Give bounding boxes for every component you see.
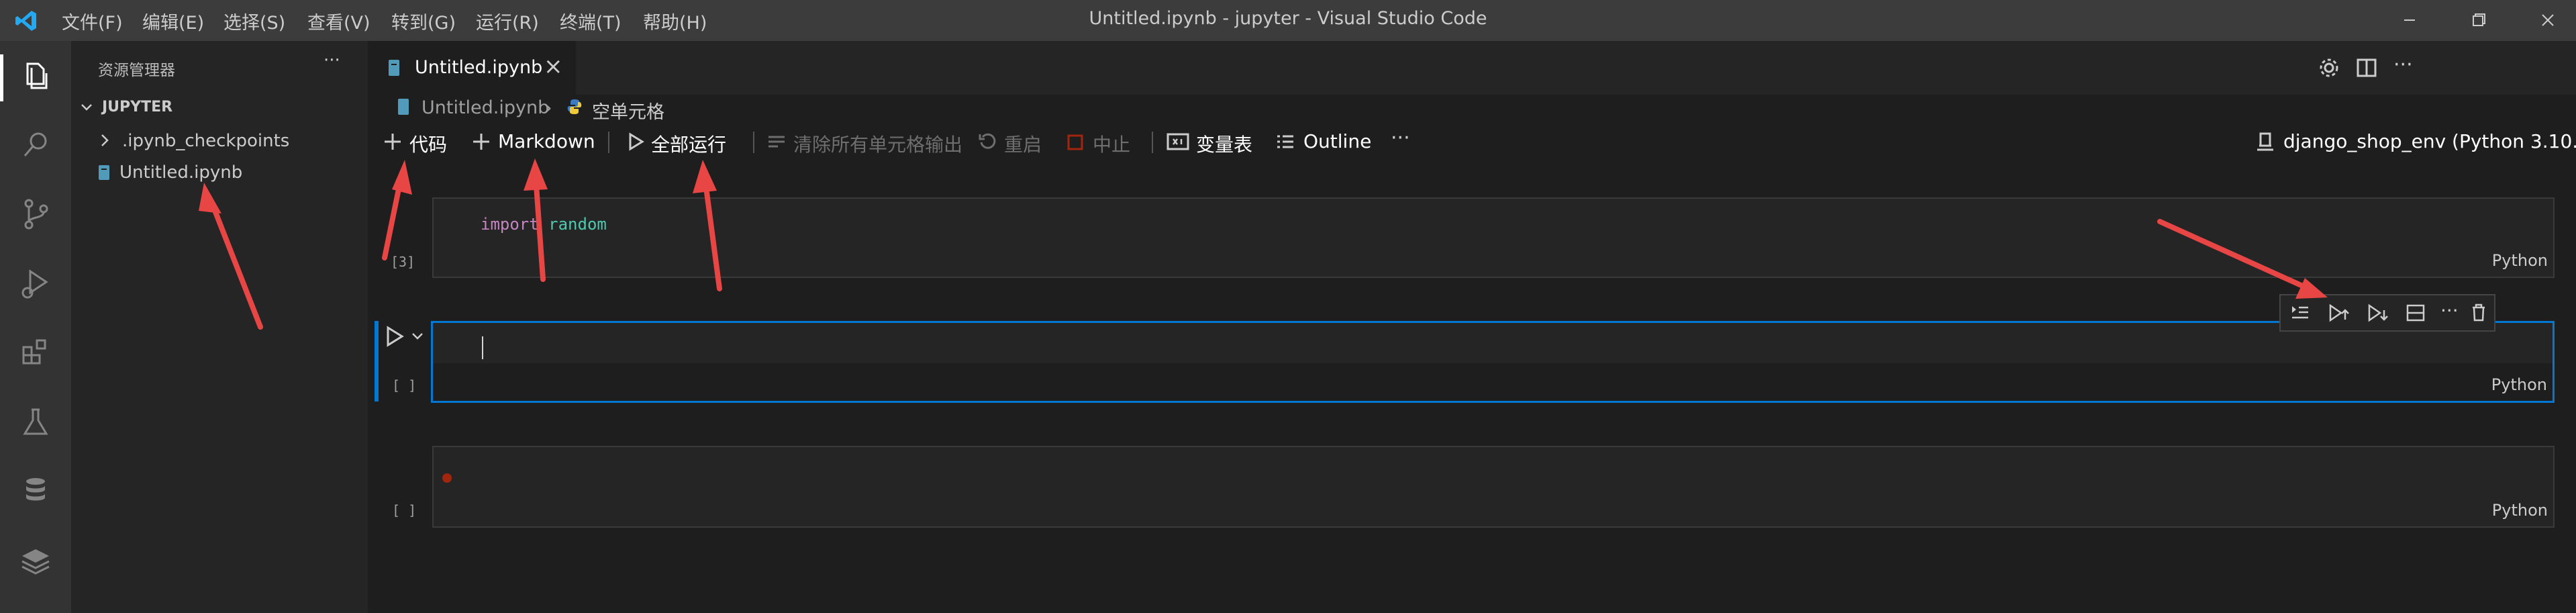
breadcrumb: Untitled.ipynb › 空单元格 xyxy=(368,95,1173,123)
active-cell-indicator xyxy=(375,321,379,402)
layers-icon[interactable] xyxy=(15,540,56,580)
interrupt-button[interactable]: 中止 xyxy=(1066,125,1140,158)
notebook-toolbar: 代码 Markdown 全部运行 清除所有单元格输出 重启 中止 变量表 Out… xyxy=(368,125,2576,160)
execute-below-icon[interactable] xyxy=(2367,303,2388,324)
breadcrumb-current[interactable]: 空单元格 xyxy=(592,97,664,124)
cell-toolbar: ··· xyxy=(2279,294,2495,332)
explorer-more-button[interactable]: ··· xyxy=(324,50,340,70)
code-keyword: import xyxy=(481,215,539,234)
database-icon[interactable] xyxy=(15,471,56,511)
toolbar-more-button[interactable]: ··· xyxy=(1391,126,1410,150)
notebook-file-icon xyxy=(389,60,399,76)
python-icon xyxy=(567,99,582,114)
active-indicator xyxy=(0,54,3,101)
cell-language[interactable]: Python xyxy=(2492,501,2548,520)
tab-untitled-ipynb[interactable]: Untitled.ipynb × xyxy=(368,41,576,95)
execution-count: [ ] xyxy=(392,377,417,393)
editor-more-button[interactable]: ··· xyxy=(2393,53,2413,77)
execution-count: [3] xyxy=(391,254,415,270)
variables-button[interactable]: 变量表 xyxy=(1167,125,1267,158)
error-dot-icon xyxy=(442,473,452,483)
tab-label: Untitled.ipynb xyxy=(415,57,543,78)
cell-more-button[interactable]: ··· xyxy=(2440,299,2459,322)
list-icon xyxy=(1277,135,1293,148)
add-code-cell-button[interactable]: 代码 xyxy=(381,125,462,158)
extensions-icon[interactable] xyxy=(15,332,56,373)
trash-icon[interactable] xyxy=(2469,302,2489,322)
kernel-label: django_shop_env (Python 3.10.2) xyxy=(2283,130,2576,152)
add-code-label: 代码 xyxy=(409,134,448,156)
code-cell[interactable]: Python xyxy=(432,446,2555,528)
maximize-icon[interactable] xyxy=(2459,5,2499,35)
stop-icon xyxy=(1067,134,1083,150)
kernel-picker[interactable]: django_shop_env (Python 3.10.2) xyxy=(2255,125,2576,158)
cell-editor[interactable] xyxy=(433,323,2553,363)
source-control-icon[interactable] xyxy=(15,194,56,234)
code-cell-active[interactable]: Python xyxy=(431,321,2555,403)
tab-close-button[interactable]: × xyxy=(544,53,563,80)
variables-label: 变量表 xyxy=(1196,134,1253,156)
plus-icon xyxy=(473,134,489,150)
code-line[interactable]: import random xyxy=(481,215,607,234)
clear-outputs-button[interactable]: 清除所有单元格输出 xyxy=(766,125,975,158)
activity-bar xyxy=(0,41,71,613)
tree-item-notebook[interactable]: Untitled.ipynb xyxy=(91,158,360,185)
folder-name: JUPYTER xyxy=(102,99,173,115)
breadcrumb-file[interactable]: Untitled.ipynb xyxy=(422,97,549,118)
run-all-button[interactable]: 全部运行 xyxy=(626,125,760,158)
execution-count: [ ] xyxy=(392,502,417,518)
run-all-label: 全部运行 xyxy=(651,134,727,156)
play-icon xyxy=(629,132,644,151)
chevron-down-icon xyxy=(81,104,92,111)
code-module: random xyxy=(538,215,607,234)
toolbar-divider xyxy=(1152,132,1153,153)
code-cell[interactable]: import random Python xyxy=(432,197,2555,278)
run-debug-icon[interactable] xyxy=(15,263,56,303)
notebook-file-icon xyxy=(99,165,109,180)
annotation-arrow-add-code xyxy=(382,160,412,261)
chevron-down-icon[interactable] xyxy=(411,330,424,342)
cell-language[interactable]: Python xyxy=(2492,251,2548,270)
explorer-icon[interactable] xyxy=(15,56,56,96)
title-bar: 文件(F) 编辑(E) 选择(S) 查看(V) 转到(G) 运行(R) 终端(T… xyxy=(0,0,2576,41)
tree-item-label: Untitled.ipynb xyxy=(119,162,243,183)
variables-icon xyxy=(1167,133,1189,150)
restart-label: 重启 xyxy=(1004,134,1042,156)
explorer-title: 资源管理器 xyxy=(98,62,175,79)
tree-item-checkpoints[interactable]: .ipynb_checkpoints xyxy=(91,127,360,154)
split-cell-icon[interactable] xyxy=(2406,303,2426,322)
notebook-file-icon xyxy=(398,99,409,115)
restart-button[interactable]: 重启 xyxy=(977,125,1051,158)
breadcrumb-separator: › xyxy=(544,95,552,120)
split-editor-icon[interactable] xyxy=(2353,54,2380,81)
execute-above-icon[interactable] xyxy=(2290,303,2310,322)
cell-language[interactable]: Python xyxy=(2491,375,2547,394)
tree-item-label: .ipynb_checkpoints xyxy=(122,131,290,151)
minimize-icon[interactable] xyxy=(2389,5,2430,35)
add-markdown-label: Markdown xyxy=(498,130,595,152)
toolbar-divider xyxy=(753,132,754,153)
add-markdown-cell-button[interactable]: Markdown xyxy=(470,125,624,158)
execute-above-icon[interactable] xyxy=(2328,303,2349,324)
play-icon[interactable] xyxy=(384,325,405,348)
restart-icon xyxy=(979,133,996,149)
interrupt-label: 中止 xyxy=(1093,134,1131,156)
outline-label: Outline xyxy=(1303,130,1372,152)
explorer-sidebar: 资源管理器 ··· JUPYTER .ipynb_checkpoints Unt… xyxy=(71,41,368,613)
clear-all-icon xyxy=(769,136,785,148)
window-title: Untitled.ipynb - jupyter - Visual Studio… xyxy=(1089,8,1487,29)
close-icon[interactable] xyxy=(2528,5,2568,35)
toolbar-divider xyxy=(608,132,609,153)
search-icon[interactable] xyxy=(15,125,56,165)
outline-button[interactable]: Outline xyxy=(1275,125,1383,158)
text-cursor xyxy=(482,336,483,359)
kernel-icon xyxy=(2257,132,2273,151)
testing-icon[interactable] xyxy=(15,402,56,442)
settings-gear-icon[interactable] xyxy=(2316,54,2342,81)
jupyter-folder-header[interactable]: JUPYTER xyxy=(78,95,360,120)
chevron-right-icon xyxy=(101,134,109,146)
editor-tab-bar: Untitled.ipynb × ··· xyxy=(368,41,2576,95)
plus-icon xyxy=(385,134,401,150)
clear-outputs-label: 清除所有单元格输出 xyxy=(793,134,963,156)
